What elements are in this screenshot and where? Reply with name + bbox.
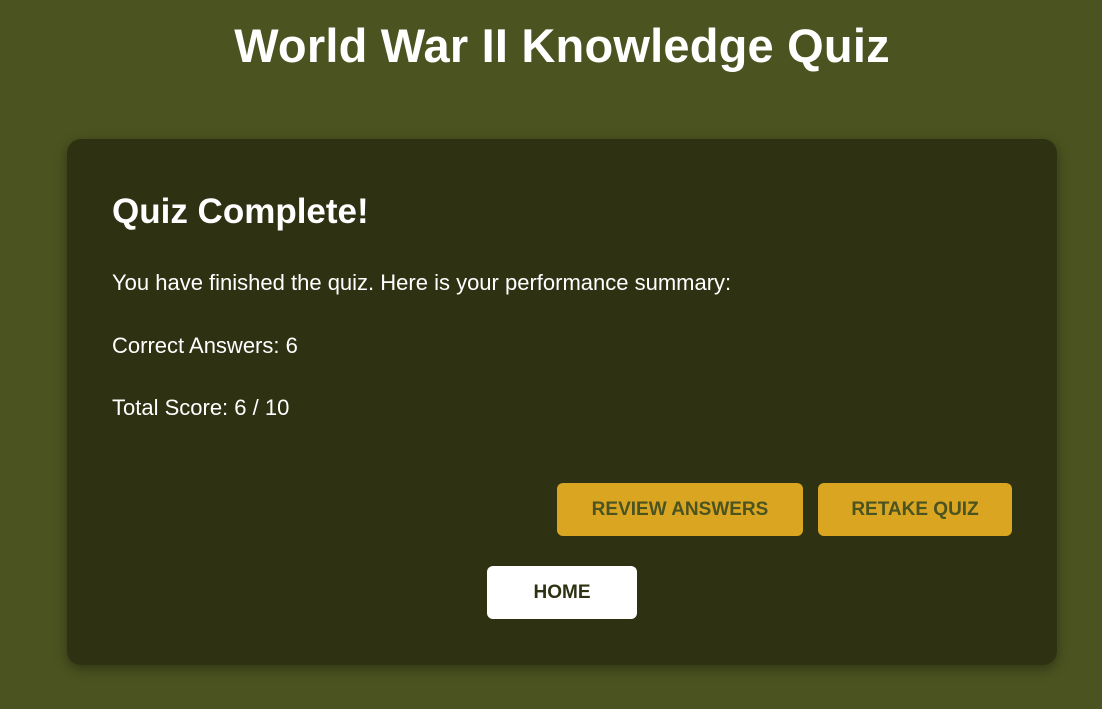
review-answers-button[interactable]: REVIEW ANSWERS <box>557 483 803 536</box>
retake-quiz-button[interactable]: RETAKE QUIZ <box>818 483 1012 536</box>
quiz-page: World War II Knowledge Quiz Quiz Complet… <box>0 0 1102 709</box>
total-score-text: Total Score: 6 / 10 <box>112 395 290 420</box>
results-card: Quiz Complete! You have finished the qui… <box>67 139 1057 665</box>
page-title: World War II Knowledge Quiz <box>234 19 890 72</box>
summary-text: You have finished the quiz. Here is your… <box>112 270 732 295</box>
results-heading: Quiz Complete! <box>112 192 369 231</box>
home-button[interactable]: HOME <box>487 566 637 619</box>
correct-answers-text: Correct Answers: 6 <box>112 333 298 358</box>
